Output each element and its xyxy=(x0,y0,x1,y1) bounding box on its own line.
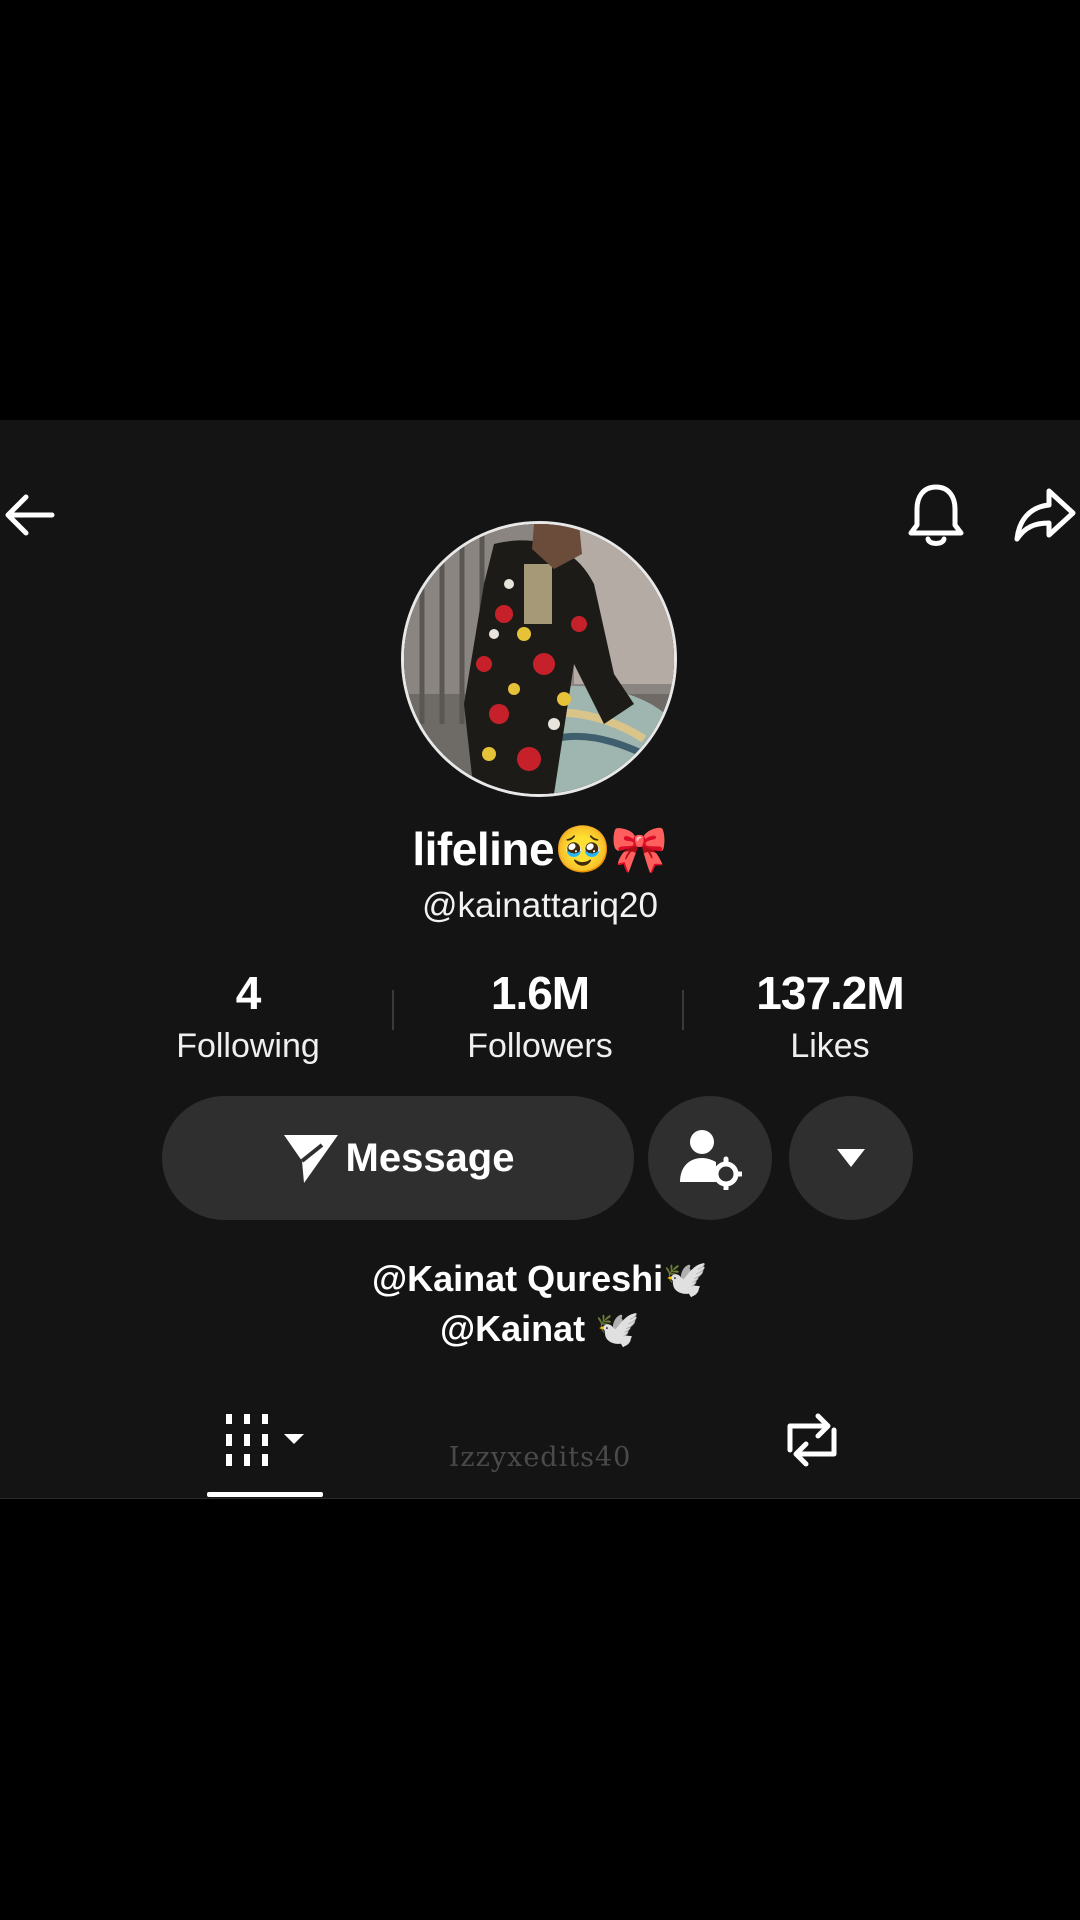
followers-count: 1.6M xyxy=(490,967,590,1019)
bio-line: @Kainat Qureshi🕊️ xyxy=(372,1258,708,1299)
user-settings-icon xyxy=(680,1130,742,1190)
share-icon xyxy=(1014,488,1076,542)
grid-videos-icon xyxy=(226,1414,304,1466)
username: @kainattariq20 xyxy=(422,886,658,925)
tab-reposts[interactable] xyxy=(770,1400,854,1480)
stat-divider xyxy=(682,990,684,1030)
caret-down-icon xyxy=(837,1149,865,1167)
bell-icon xyxy=(908,484,964,546)
following-label: Following xyxy=(176,1027,320,1065)
share-button[interactable] xyxy=(1010,480,1080,550)
following-count: 4 xyxy=(235,967,262,1019)
stat-followers[interactable]: 1.6M Followers xyxy=(410,966,670,1070)
avatar[interactable] xyxy=(401,521,677,797)
profile-photo xyxy=(404,524,674,794)
likes-count: 137.2M xyxy=(756,967,904,1019)
notifications-button[interactable] xyxy=(900,478,972,554)
repost-icon xyxy=(787,1413,837,1467)
send-icon xyxy=(283,1135,338,1183)
bio-line: @Kainat 🕊️ xyxy=(440,1308,640,1349)
message-button[interactable]: Message xyxy=(162,1096,634,1220)
friend-settings-button[interactable] xyxy=(648,1096,772,1220)
message-label: Message xyxy=(345,1135,515,1180)
arrow-left-icon xyxy=(5,494,55,536)
watermark: Izzyxedits40 xyxy=(448,1442,632,1473)
active-tab-indicator xyxy=(207,1492,323,1497)
tab-videos[interactable] xyxy=(208,1400,324,1480)
likes-label: Likes xyxy=(790,1027,870,1065)
stat-likes[interactable]: 137.2M Likes xyxy=(700,966,960,1070)
display-name: lifeline🥹🎀 xyxy=(412,823,668,875)
back-button[interactable] xyxy=(0,480,60,550)
stat-divider xyxy=(392,990,394,1030)
more-options-button[interactable] xyxy=(789,1096,913,1220)
followers-label: Followers xyxy=(467,1027,613,1065)
stat-following[interactable]: 4 Following xyxy=(118,966,378,1070)
